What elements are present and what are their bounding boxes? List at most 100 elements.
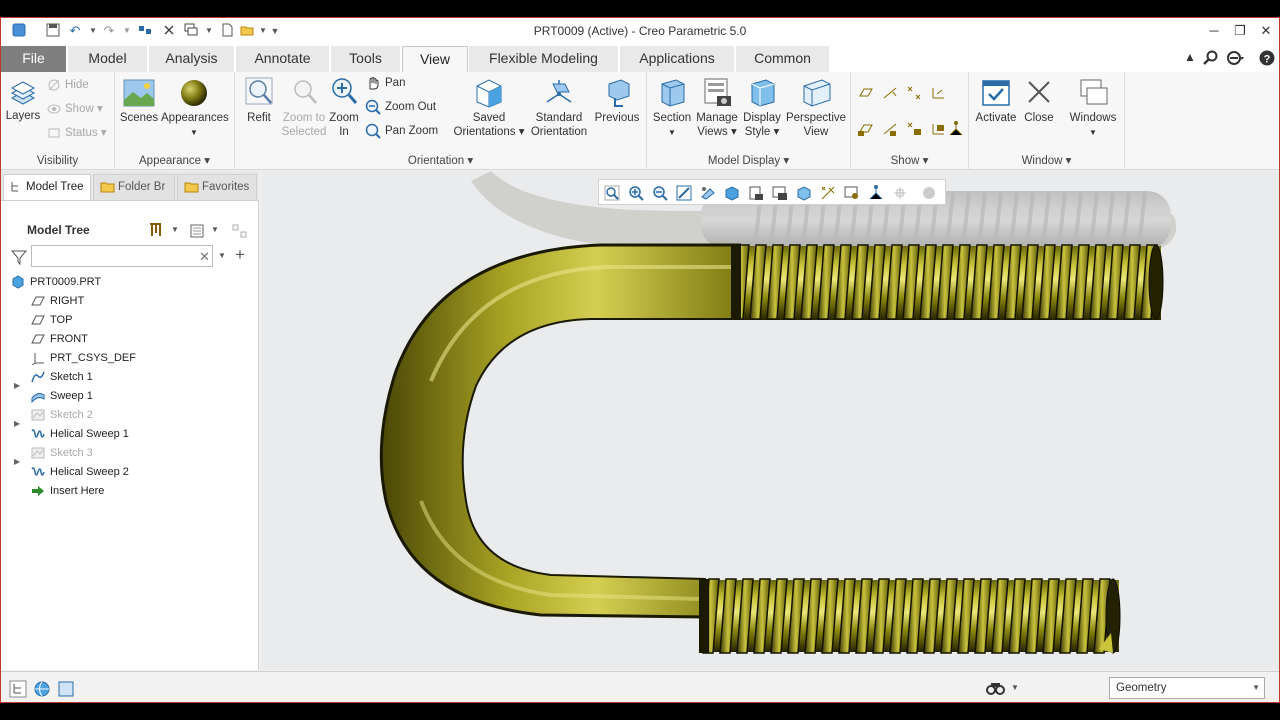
tab-folder-browser[interactable]: Folder Br <box>93 174 175 200</box>
u-bolt-model[interactable] <box>261 171 1279 670</box>
show-columns-icon[interactable] <box>189 223 205 239</box>
view-manager-icon[interactable] <box>892 185 908 201</box>
show-columns-dropdown-icon[interactable]: ▼ <box>211 225 219 234</box>
display-style-icon[interactable] <box>796 185 812 201</box>
zoom-out-button[interactable]: Zoom Out <box>365 98 436 116</box>
zoom-in-button[interactable]: Zoom In <box>327 76 361 139</box>
pan-zoom-button[interactable]: Pan Zoom <box>365 122 438 140</box>
repaint-icon[interactable] <box>676 185 692 201</box>
show-button[interactable]: Show ▾ <box>47 100 103 118</box>
tree-settings-icon[interactable] <box>147 221 165 239</box>
tree-item-insert-here[interactable]: Insert Here <box>31 482 104 500</box>
display-style-button[interactable]: Display Style ▾ <box>739 76 785 139</box>
csys-tag-display-icon[interactable] <box>929 120 947 138</box>
tab-analysis[interactable]: Analysis <box>149 46 235 72</box>
group-appearance: Scenes Appearances ▼ Appearance ▾ <box>115 72 235 170</box>
section-button[interactable]: Section ▼ <box>649 76 695 140</box>
annotation-display-icon[interactable] <box>868 185 884 201</box>
display-style-label-1: Display <box>743 112 781 124</box>
named-views-icon[interactable] <box>700 185 716 201</box>
search-icon[interactable] <box>1203 50 1219 70</box>
refit-button[interactable]: Refit <box>239 76 279 125</box>
search-dropdown-icon[interactable]: ▼ <box>218 251 226 260</box>
tree-item-sketch-3[interactable]: Sketch 3 <box>31 444 93 462</box>
saved-orientations-button[interactable]: Saved Orientations ▾ <box>451 76 527 139</box>
appearance-camera-icon[interactable] <box>772 185 788 201</box>
axis-display-icon[interactable] <box>881 84 899 102</box>
zoom-out-icon[interactable] <box>652 185 668 201</box>
standard-orientation-button[interactable]: Standard Orientation <box>527 76 591 139</box>
refit-icon[interactable] <box>604 185 620 201</box>
saved-orientations-icon[interactable] <box>724 185 740 201</box>
expand-sweep-1-icon[interactable]: ▶ <box>14 377 24 395</box>
tree-item-sweep-1[interactable]: Sweep 1 <box>31 387 93 405</box>
tree-search-input[interactable] <box>31 245 213 267</box>
toggle-fullscreen-icon[interactable] <box>57 680 75 698</box>
help-icon[interactable]: ? <box>1259 50 1275 70</box>
windows-button[interactable]: Windows ▼ <box>1065 76 1121 140</box>
status-button[interactable]: Status ▾ <box>47 124 107 142</box>
minimize-ribbon-icon[interactable]: ▲ <box>1184 50 1196 64</box>
tab-applications[interactable]: Applications <box>620 46 735 72</box>
zoom-to-selected-button[interactable]: Zoom to Selected <box>279 76 329 139</box>
restore-button[interactable]: ❐ <box>1227 22 1253 40</box>
tab-view[interactable]: View <box>402 46 468 72</box>
perspective-view-button[interactable]: Perspective View <box>785 76 847 139</box>
tab-common[interactable]: Common <box>736 46 830 72</box>
manage-views-button[interactable]: Manage Views ▾ <box>695 76 739 139</box>
tab-annotate[interactable]: Annotate <box>236 46 330 72</box>
pan-button[interactable]: Pan <box>365 74 405 92</box>
tree-item-sketch-1[interactable]: Sketch 1 <box>31 368 93 386</box>
clear-search-icon[interactable]: ✕ <box>199 249 210 265</box>
tree-item-sketch-2[interactable]: Sketch 2 <box>31 406 93 424</box>
datum-display-icon[interactable] <box>820 185 836 201</box>
window-close-button[interactable]: ✕ <box>1253 22 1279 40</box>
graphics-window[interactable] <box>261 171 1279 670</box>
tab-file[interactable]: File <box>1 46 67 72</box>
plane-display-icon[interactable] <box>857 84 875 102</box>
plane-tag-display-icon[interactable] <box>857 120 875 138</box>
manage-views-icon[interactable] <box>748 185 764 201</box>
appearances-button[interactable]: Appearances ▼ <box>161 78 229 140</box>
close-window-button[interactable]: Close <box>1019 76 1059 125</box>
scenes-icon <box>123 79 155 107</box>
spin-center-icon[interactable] <box>844 185 860 201</box>
tree-settings-dropdown-icon[interactable]: ▼ <box>171 225 179 234</box>
annotation-display-icon[interactable] <box>947 120 965 138</box>
tab-flexible-modeling[interactable]: Flexible Modeling <box>469 46 619 72</box>
add-column-icon[interactable]: + <box>235 245 245 265</box>
hide-button[interactable]: Hide <box>47 76 89 94</box>
selection-filter-select[interactable]: Geometry ▼ <box>1109 677 1265 699</box>
csys-display-icon[interactable] <box>929 84 947 102</box>
render-sphere-icon[interactable] <box>921 185 937 201</box>
expand-helical-sweep-2-icon[interactable]: ▶ <box>14 453 24 471</box>
axis-tag-display-icon[interactable] <box>881 120 899 138</box>
tree-item-helical-sweep-2[interactable]: Helical Sweep 2 <box>31 463 129 481</box>
tree-item-top[interactable]: TOP <box>31 311 72 329</box>
previous-button[interactable]: Previous <box>591 76 643 125</box>
tree-item-right[interactable]: RIGHT <box>31 292 84 310</box>
tree-item-helical-sweep-1[interactable]: Helical Sweep 1 <box>31 425 129 443</box>
filter-funnel-icon[interactable] <box>11 249 27 265</box>
scenes-button[interactable]: Scenes <box>119 78 159 125</box>
point-tag-display-icon[interactable] <box>905 120 923 138</box>
find-dropdown-icon[interactable]: ▼ <box>1011 683 1019 692</box>
tab-model[interactable]: Model <box>68 46 148 72</box>
expand-helical-sweep-1-icon[interactable]: ▶ <box>14 415 24 433</box>
tab-favorites[interactable]: Favorites <box>177 174 257 200</box>
layers-button[interactable]: Layers <box>5 80 41 123</box>
zoom-in-icon[interactable] <box>628 185 644 201</box>
toggle-browser-icon[interactable] <box>33 680 51 698</box>
tree-filter-options-icon[interactable] <box>231 223 249 239</box>
point-display-icon[interactable] <box>905 84 923 102</box>
toggle-navigator-icon[interactable] <box>9 680 27 698</box>
tab-model-tree[interactable]: Model Tree <box>3 174 91 200</box>
activate-button[interactable]: Activate <box>973 76 1019 125</box>
command-search-icon[interactable] <box>1227 50 1245 70</box>
tree-item-csys[interactable]: PRT_CSYS_DEF <box>31 349 136 367</box>
tab-tools[interactable]: Tools <box>331 46 401 72</box>
tree-item-part[interactable]: PRT0009.PRT <box>11 273 101 291</box>
find-icon[interactable] <box>985 680 1007 698</box>
minimize-button[interactable]: ─ <box>1201 22 1227 40</box>
tree-item-front[interactable]: FRONT <box>31 330 88 348</box>
